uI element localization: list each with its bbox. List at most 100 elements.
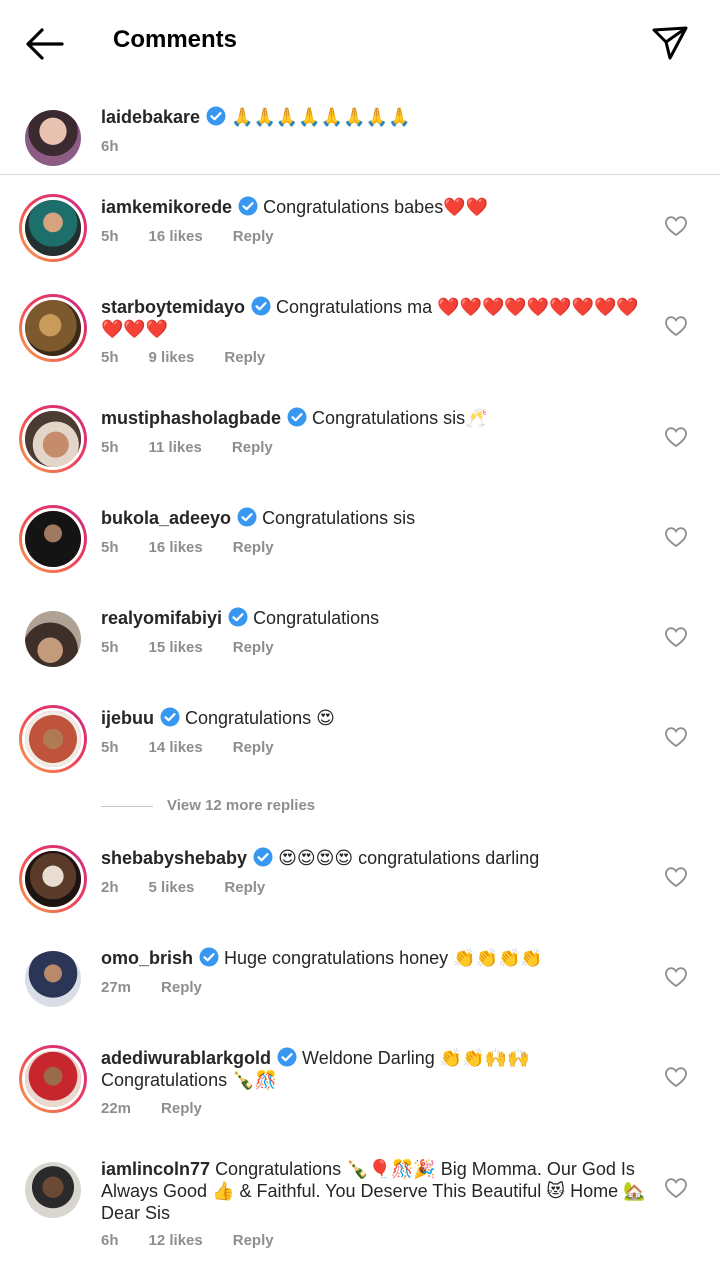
- comment-username[interactable]: shebabyshebaby: [101, 848, 247, 868]
- comment-username[interactable]: bukola_adeeyo: [101, 508, 231, 528]
- heart-outline-icon[interactable]: [664, 1177, 688, 1199]
- avatar[interactable]: [25, 110, 81, 166]
- like-count[interactable]: 12 likes: [149, 1232, 203, 1249]
- avatar[interactable]: [19, 705, 87, 773]
- comment-time: 6h: [101, 1232, 119, 1249]
- caption-username[interactable]: laidebakare: [101, 107, 200, 127]
- post-caption: laidebakare 🙏🙏🙏🙏🙏🙏🙏🙏 6h: [0, 90, 720, 175]
- comment-body: Congratulations babes❤️❤️: [263, 197, 489, 217]
- like-count[interactable]: 15 likes: [149, 639, 203, 656]
- reply-button[interactable]: Reply: [233, 539, 274, 556]
- comment-body: 😍😍😍😍 congratulations darling: [278, 848, 540, 868]
- avatar[interactable]: [19, 294, 87, 362]
- avatar[interactable]: [19, 405, 87, 473]
- comment-body: Congratulations sis🥂: [312, 408, 488, 428]
- verified-badge-icon: [238, 196, 258, 216]
- heart-outline-icon[interactable]: [664, 626, 688, 648]
- comment-time: 22m: [101, 1100, 132, 1117]
- avatar[interactable]: [19, 194, 87, 262]
- comment-body: Huge congratulations honey 👏👏👏👏: [224, 948, 543, 968]
- comment-username[interactable]: mustiphasholagbade: [101, 408, 281, 428]
- comment-text: shebabyshebaby 😍😍😍😍 congratulations darli…: [101, 847, 646, 869]
- comment-text: starboytemidayo Congratulations ma ❤️❤️❤️…: [101, 296, 646, 340]
- comment-meta: 5h 9 likes Reply: [101, 349, 295, 366]
- comment-username[interactable]: adediwurablarkgold: [101, 1048, 271, 1068]
- reply-button[interactable]: Reply: [233, 639, 274, 656]
- comment-time: 5h: [101, 439, 119, 456]
- avatar[interactable]: [19, 505, 87, 573]
- verified-badge-icon: [277, 1047, 297, 1067]
- avatar[interactable]: [19, 1045, 87, 1113]
- verified-badge-icon: [199, 947, 219, 967]
- comment-time: 5h: [101, 349, 119, 366]
- caption-text: laidebakare 🙏🙏🙏🙏🙏🙏🙏🙏: [101, 106, 646, 128]
- comment-meta: 5h 16 likes Reply: [101, 539, 304, 556]
- verified-badge-icon: [251, 296, 271, 316]
- caption-body: 🙏🙏🙏🙏🙏🙏🙏🙏: [231, 107, 411, 127]
- reply-button[interactable]: Reply: [233, 228, 274, 245]
- reply-button[interactable]: Reply: [233, 1232, 274, 1249]
- paper-plane-icon[interactable]: [648, 20, 692, 64]
- comment-username[interactable]: iamkemikorede: [101, 197, 232, 217]
- caption-meta: 6h: [101, 138, 149, 155]
- avatar[interactable]: [25, 1162, 81, 1218]
- reply-button[interactable]: Reply: [224, 349, 265, 366]
- comment-meta: 5h 16 likes Reply: [101, 228, 304, 245]
- back-arrow-icon[interactable]: [22, 24, 66, 64]
- comment-time: 5h: [101, 639, 119, 656]
- heart-outline-icon[interactable]: [664, 866, 688, 888]
- like-count[interactable]: 9 likes: [149, 349, 195, 366]
- comment-meta: 5h 15 likes Reply: [101, 639, 304, 656]
- reply-button[interactable]: Reply: [224, 879, 265, 896]
- comment-meta: 5h 11 likes Reply: [101, 439, 303, 456]
- heart-outline-icon[interactable]: [664, 966, 688, 988]
- reply-button[interactable]: Reply: [161, 1100, 202, 1117]
- comment-username[interactable]: starboytemidayo: [101, 297, 245, 317]
- comment-meta: 6h 12 likes Reply: [101, 1232, 304, 1249]
- comment-text: iamlincoln77 Congratulations 🍾🎈🎊🎉 Big Mo…: [101, 1158, 646, 1224]
- comment-username[interactable]: iamlincoln77: [101, 1159, 210, 1179]
- verified-badge-icon: [160, 707, 180, 727]
- heart-outline-icon[interactable]: [664, 215, 688, 237]
- verified-badge-icon: [206, 106, 226, 126]
- reply-button[interactable]: Reply: [161, 979, 202, 996]
- comment-time: 5h: [101, 228, 119, 245]
- comment-meta: 27m Reply: [101, 979, 232, 996]
- comment-text: iamkemikorede Congratulations babes❤️❤️: [101, 196, 646, 218]
- view-more-replies[interactable]: View 12 more replies: [101, 797, 315, 814]
- comment-username[interactable]: ijebuu: [101, 708, 154, 728]
- verified-badge-icon: [228, 607, 248, 627]
- comment-meta: 5h 14 likes Reply: [101, 739, 304, 756]
- like-count[interactable]: 5 likes: [149, 879, 195, 896]
- comment-text: mustiphasholagbade Congratulations sis🥂: [101, 407, 646, 429]
- comment-time: 27m: [101, 979, 132, 996]
- verified-badge-icon: [287, 407, 307, 427]
- avatar[interactable]: [25, 951, 81, 1007]
- comment-body: Congratulations: [253, 608, 380, 628]
- page-title: Comments: [113, 26, 238, 53]
- comment-time: 5h: [101, 539, 119, 556]
- comment-body: Congratulations sis: [262, 508, 416, 528]
- view-more-label[interactable]: View 12 more replies: [167, 797, 315, 814]
- comment-username[interactable]: realyomifabiyi: [101, 608, 222, 628]
- comment-username[interactable]: omo_brish: [101, 948, 193, 968]
- reply-button[interactable]: Reply: [232, 439, 273, 456]
- comment-meta: 22m Reply: [101, 1100, 232, 1117]
- verified-badge-icon: [237, 507, 257, 527]
- like-count[interactable]: 16 likes: [149, 228, 203, 245]
- heart-outline-icon[interactable]: [664, 726, 688, 748]
- heart-outline-icon[interactable]: [664, 426, 688, 448]
- avatar[interactable]: [19, 845, 87, 913]
- divider: [101, 805, 153, 807]
- comment-meta: 2h 5 likes Reply: [101, 879, 295, 896]
- reply-button[interactable]: Reply: [233, 739, 274, 756]
- like-count[interactable]: 16 likes: [149, 539, 203, 556]
- heart-outline-icon[interactable]: [664, 526, 688, 548]
- comment-time: 5h: [101, 739, 119, 756]
- heart-outline-icon[interactable]: [664, 1066, 688, 1088]
- like-count[interactable]: 11 likes: [149, 439, 202, 456]
- like-count[interactable]: 14 likes: [149, 739, 203, 756]
- comment-text: omo_brish Huge congratulations honey 👏👏👏👏: [101, 947, 646, 969]
- heart-outline-icon[interactable]: [664, 315, 688, 337]
- avatar[interactable]: [25, 611, 81, 667]
